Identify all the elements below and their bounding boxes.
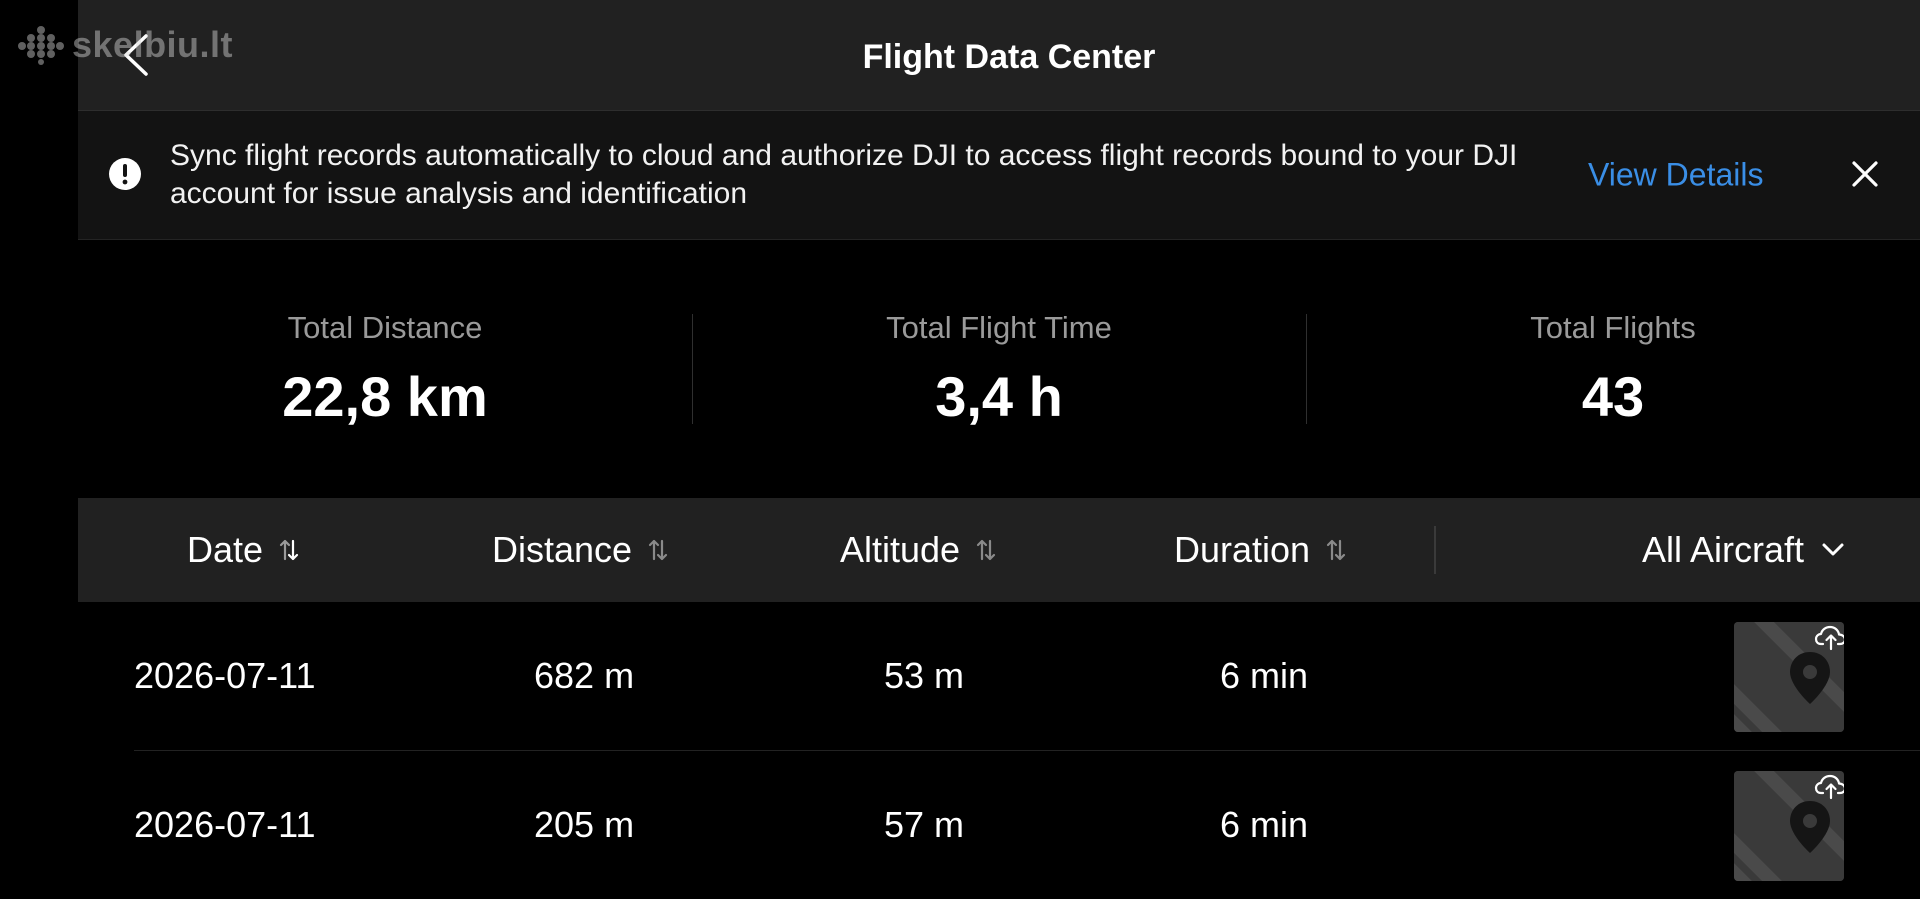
sort-icon: [976, 539, 996, 561]
flight-date: 2026-07-11: [134, 804, 316, 845]
alert-circle-icon: [109, 158, 141, 190]
flight-duration: 6 min: [1220, 655, 1309, 696]
close-icon: [1852, 161, 1878, 187]
flight-distance: 682 m: [534, 655, 635, 696]
cloud-upload-icon: [1814, 774, 1844, 800]
stat-label: Total Flight Time: [886, 310, 1112, 345]
flight-distance: 205 m: [534, 804, 635, 845]
header-divider: [1434, 526, 1436, 574]
flight-record-row[interactable]: 2026-07-11 205 m 57 m 6 min: [134, 751, 1920, 899]
flight-altitude: 57 m: [884, 804, 965, 845]
cloud-upload-icon: [1814, 625, 1844, 651]
stat-value: 43: [1581, 365, 1645, 428]
aircraft-filter-label: All Aircraft: [1641, 529, 1804, 570]
sort-icon: [1326, 539, 1346, 561]
dot-grid-icon: [18, 26, 64, 65]
stat-label: Total Distance: [287, 310, 483, 345]
sort-by-distance[interactable]: Distance: [492, 498, 668, 602]
sort-icon: [648, 539, 668, 561]
view-details-link[interactable]: View Details: [1588, 157, 1763, 194]
flight-date: 2026-07-11: [134, 655, 316, 696]
stat-value: 3,4 h: [935, 365, 1063, 428]
page-title: Flight Data Center: [862, 38, 1156, 76]
stat-label: Total Flights: [1530, 310, 1696, 345]
sort-icon: [279, 539, 299, 561]
stat-total-distance: Total Distance 22,8 km: [78, 240, 692, 498]
column-label: Date: [187, 529, 264, 570]
flight-map-thumbnail[interactable]: [1734, 771, 1844, 881]
banner-message: Sync flight records automatically to clo…: [170, 139, 1518, 210]
stat-total-flight-time: Total Flight Time 3,4 h: [692, 240, 1306, 498]
flight-stats: Total Distance 22,8 km Total Flight Time…: [78, 240, 1920, 498]
stat-value: 22,8 km: [282, 365, 488, 428]
stat-total-flights: Total Flights 43: [1306, 240, 1920, 498]
flight-altitude: 53 m: [884, 655, 965, 696]
table-header: Date Distance Altitude Duration All Airc…: [78, 498, 1920, 602]
column-label: Altitude: [840, 529, 961, 570]
sort-by-date[interactable]: Date: [187, 498, 299, 602]
column-label: Distance: [492, 529, 633, 570]
flight-duration: 6 min: [1220, 804, 1309, 845]
flight-record-row[interactable]: 2026-07-11 682 m 53 m 6 min: [134, 602, 1920, 750]
column-label: Duration: [1174, 529, 1311, 570]
sort-by-altitude[interactable]: Altitude: [840, 498, 996, 602]
close-banner-button[interactable]: [1848, 157, 1882, 191]
sort-by-duration[interactable]: Duration: [1174, 498, 1346, 602]
sync-banner: Sync flight records automatically to clo…: [78, 111, 1920, 240]
flight-data-center-screen: Flight Data Center Sync flight records a…: [78, 0, 1920, 886]
chevron-down-icon: [1822, 543, 1844, 556]
header-bar: Flight Data Center: [78, 0, 1920, 111]
flight-map-thumbnail[interactable]: [1734, 622, 1844, 732]
aircraft-filter-dropdown[interactable]: All Aircraft: [1642, 498, 1846, 602]
